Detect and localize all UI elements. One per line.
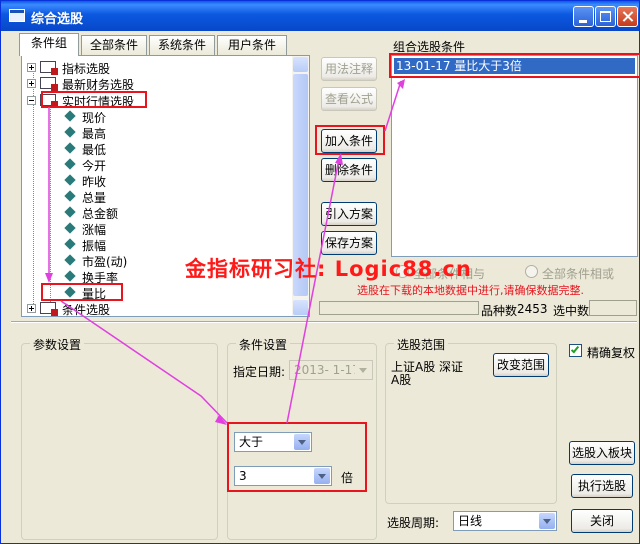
arrowhead <box>45 273 53 283</box>
stock-screener-window: 综合选股 条件组 全部条件 系统条件 用户条件 指标选股 最新财务选股 实时行情… <box>0 0 640 544</box>
arrow-leaf-to-settings <box>60 300 228 424</box>
watermark-text: 金指标研习社: Logic88.cn <box>185 257 472 281</box>
tab-condition-group[interactable]: 条件组 <box>19 33 79 56</box>
arrow-settings-to-add <box>286 158 340 424</box>
arrowhead <box>335 153 343 165</box>
arrow-add-to-list <box>384 80 402 132</box>
